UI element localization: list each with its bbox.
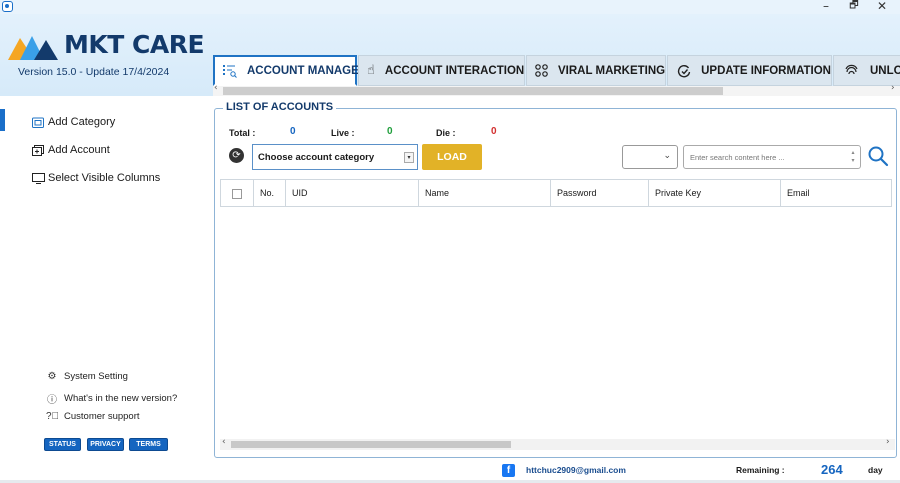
column-header-name[interactable]: Name <box>419 180 551 206</box>
scroll-thumb[interactable] <box>223 87 723 95</box>
tab-label: ACCOUNT MANAGE <box>247 64 359 77</box>
chevron-down-icon: ▾ <box>404 152 414 163</box>
live-label: Live : <box>331 128 355 138</box>
tab-update-information[interactable]: UPDATE INFORMATION <box>667 55 832 86</box>
tab-scrollbar[interactable]: ‹ › <box>213 83 900 96</box>
link-label: What's in the new version? <box>64 393 178 404</box>
folder-add-icon <box>31 116 45 128</box>
remaining-label: Remaining : <box>736 465 785 475</box>
filter-select[interactable]: ⌄ <box>622 145 678 169</box>
account-add-icon <box>31 144 45 156</box>
sidebar: Add Category Add Account Select Visible … <box>0 96 210 460</box>
tab-bar: ACCOUNT MANAGE ☝ ACCOUNT INTERACTION VIR… <box>213 55 900 86</box>
header: MKT CARE Version 15.0 - Update 17/4/2024… <box>0 14 900 96</box>
remaining-value: 264 <box>821 462 843 477</box>
column-header-email[interactable]: Email <box>781 180 891 206</box>
customer-support-link[interactable]: ?⃝ Customer support <box>46 411 140 422</box>
sidebar-item-add-category[interactable]: Add Category <box>31 116 115 128</box>
close-button[interactable]: ✕ <box>874 0 890 13</box>
scroll-left-icon[interactable]: ‹ <box>214 83 218 93</box>
live-value: 0 <box>387 126 393 137</box>
tab-label: UNLO <box>870 64 900 77</box>
scroll-left-icon[interactable]: ‹ <box>222 437 226 447</box>
link-label: System Setting <box>64 371 128 382</box>
column-header-no[interactable]: No. <box>254 180 286 206</box>
category-select-value: Choose account category <box>258 152 375 163</box>
list-search-icon <box>223 63 237 79</box>
sidebar-item-label: Select Visible Columns <box>48 172 161 184</box>
tab-unlock[interactable]: UNLO <box>833 55 900 86</box>
select-all-cell <box>221 180 254 206</box>
scroll-thumb[interactable] <box>231 441 511 448</box>
sidebar-active-indicator <box>0 109 5 131</box>
privacy-button[interactable]: PRIVACY <box>87 438 124 451</box>
die-value: 0 <box>491 126 497 137</box>
table-horizontal-scrollbar[interactable]: ‹ › <box>220 437 895 450</box>
tab-viral-marketing[interactable]: VIRAL MARKETING <box>526 55 666 86</box>
monitor-icon <box>31 172 45 184</box>
maximize-button[interactable]: 🗗 <box>846 0 862 13</box>
column-header-uid[interactable]: UID <box>286 180 419 206</box>
scroll-right-icon[interactable]: › <box>891 83 895 93</box>
column-header-private-key[interactable]: Private Key <box>649 180 781 206</box>
pointer-icon: ☝ <box>367 63 375 78</box>
accounts-panel: LIST OF ACCOUNTS Total : 0 Live : 0 Die … <box>214 101 897 458</box>
sidebar-item-label: Add Category <box>48 116 116 128</box>
gear-icon: ⚙ <box>47 371 57 382</box>
help-icon: ?⃝ <box>46 411 60 422</box>
brand: MKT CARE Version 15.0 - Update 17/4/2024 <box>0 14 205 96</box>
whats-new-link[interactable]: ⓘ What's in the new version? <box>46 391 177 406</box>
tab-label: UPDATE INFORMATION <box>701 64 831 77</box>
share-nodes-icon <box>535 63 548 79</box>
terms-button[interactable]: TERMS <box>129 438 168 451</box>
tab-label: ACCOUNT INTERACTION <box>384 64 525 77</box>
die-label: Die : <box>436 128 456 138</box>
contact-email[interactable]: httchuc2909@gmail.com <box>526 465 626 475</box>
search-input[interactable] <box>690 151 840 164</box>
search-icon[interactable] <box>867 145 889 167</box>
panel-title: LIST OF ACCOUNTS <box>223 101 337 113</box>
minimize-button[interactable]: – <box>818 0 834 13</box>
sidebar-item-select-visible-columns[interactable]: Select Visible Columns <box>31 172 160 184</box>
mkt-logo-icon <box>8 36 58 60</box>
accounts-table-header: No. UID Name Password Private Key Email <box>220 179 892 207</box>
tab-account-manage[interactable]: ACCOUNT MANAGE <box>213 55 359 86</box>
total-label: Total : <box>229 128 256 138</box>
fingerprint-icon <box>842 63 860 79</box>
sidebar-item-label: Add Account <box>48 144 110 156</box>
brand-name: MKT CARE <box>64 30 205 59</box>
scroll-right-icon[interactable]: › <box>886 437 890 447</box>
status-button[interactable]: STATUS <box>44 438 81 451</box>
title-bar: – 🗗 ✕ <box>0 0 900 14</box>
link-label: Customer support <box>64 411 140 422</box>
spinner-icon[interactable]: ▴ ▾ <box>849 149 857 165</box>
refresh-icon[interactable]: ⟳ <box>229 148 244 163</box>
tab-label: VIRAL MARKETING <box>558 64 666 77</box>
search-field[interactable]: ▴▾ <box>683 145 861 169</box>
facebook-icon[interactable]: f <box>502 464 515 477</box>
tab-account-interaction[interactable]: ☝ ACCOUNT INTERACTION <box>358 55 525 86</box>
total-value: 0 <box>290 126 296 137</box>
app-window: – 🗗 ✕ MKT CARE Version 15.0 - Update 17/… <box>0 0 900 483</box>
version-text: Version 15.0 - Update 17/4/2024 <box>18 66 170 78</box>
category-select[interactable]: Choose account category ▾ <box>252 144 418 170</box>
chevron-down-icon: ⌄ <box>663 151 671 161</box>
info-icon: ⓘ <box>47 395 57 406</box>
app-icon <box>2 1 13 12</box>
system-setting-link[interactable]: ⚙ System Setting <box>46 371 128 382</box>
select-all-checkbox[interactable] <box>232 189 242 199</box>
load-button[interactable]: LOAD <box>422 144 482 170</box>
refresh-check-icon <box>676 63 691 79</box>
column-header-password[interactable]: Password <box>551 180 649 206</box>
remaining-unit: day <box>868 465 883 475</box>
sidebar-item-add-account[interactable]: Add Account <box>31 144 110 156</box>
